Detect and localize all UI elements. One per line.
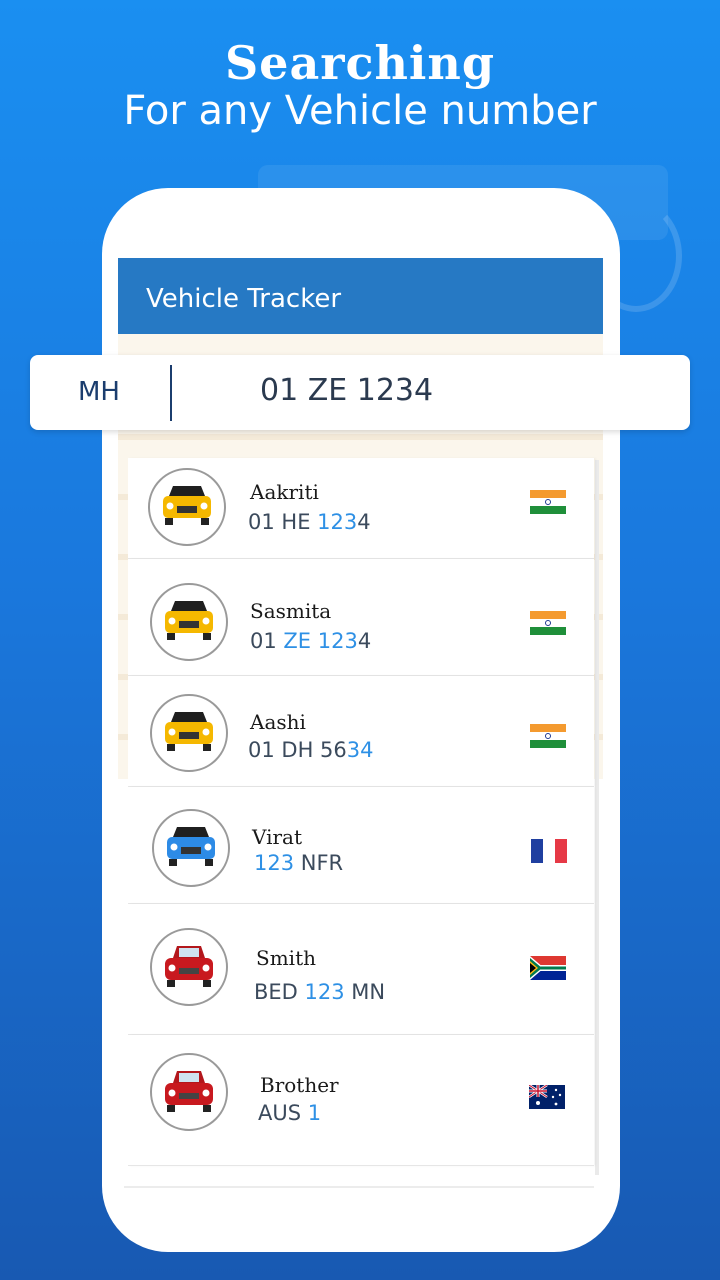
india-flag-icon [530, 611, 566, 635]
list-item[interactable]: Brother AUS 1 [128, 1035, 594, 1166]
india-flag-icon [530, 490, 566, 514]
red-car-icon [150, 928, 228, 1006]
yellow-car-icon [150, 583, 228, 661]
france-flag-icon [531, 839, 567, 863]
blue-car-icon [152, 809, 230, 887]
plate-number: 01 HE 1234 [248, 510, 371, 534]
state-code-selector[interactable]: MH [78, 377, 120, 407]
south-africa-flag-icon [530, 956, 566, 980]
list-item[interactable]: Aashi 01 DH 5634 [128, 676, 594, 787]
yellow-car-icon [148, 468, 226, 546]
list-divider [124, 1186, 594, 1188]
plate-number: 01 ZE 1234 [250, 629, 372, 653]
vehicle-number-input[interactable]: 01 ZE 1234 [260, 373, 433, 408]
list-item[interactable]: Sasmita 01 ZE 1234 [128, 559, 594, 676]
promo-title: Searching [224, 36, 496, 90]
red-car-icon [150, 1053, 228, 1131]
plate-number: 123 NFR [254, 851, 344, 875]
app-bar: Vehicle Tracker [118, 258, 603, 334]
india-flag-icon [530, 724, 566, 748]
search-divider [170, 365, 172, 421]
plate-number: 01 DH 5634 [248, 738, 374, 762]
promo-subtitle: For any Vehicle number [123, 88, 597, 134]
owner-name: Virat [252, 825, 303, 849]
owner-name: Brother [260, 1073, 339, 1097]
list-item[interactable]: Aakriti 01 HE 1234 [128, 458, 594, 559]
list-item[interactable]: Virat 123 NFR [128, 787, 594, 904]
list-item[interactable]: Smith BED 123 MN [128, 904, 594, 1035]
plate-number: AUS 1 [258, 1101, 322, 1125]
owner-name: Sasmita [250, 599, 332, 623]
yellow-car-icon [150, 694, 228, 772]
plate-number: BED 123 MN [254, 980, 386, 1004]
owner-name: Aashi [250, 710, 306, 734]
owner-name: Smith [256, 946, 316, 970]
app-title: Vehicle Tracker [146, 284, 342, 314]
owner-name: Aakriti [250, 480, 319, 504]
scrollbar[interactable] [595, 460, 599, 1175]
vehicle-search-bar[interactable]: MH 01 ZE 1234 [30, 355, 690, 430]
australia-flag-icon [529, 1085, 565, 1109]
